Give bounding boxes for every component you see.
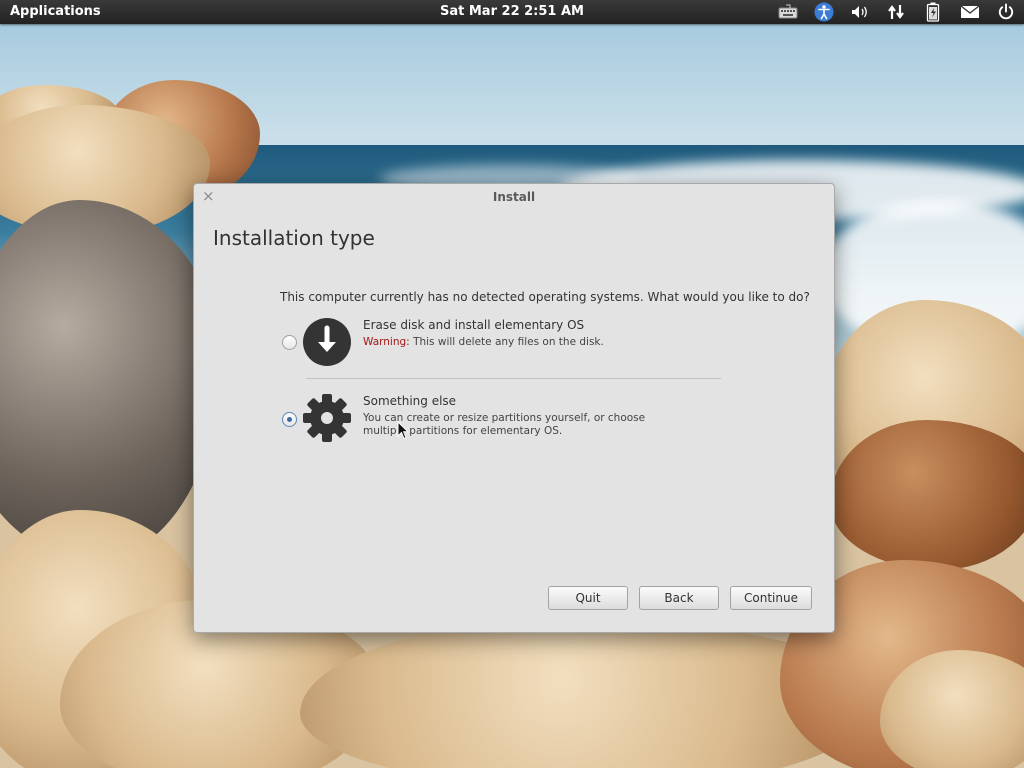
mail-icon[interactable] [959,2,981,22]
options-separator [306,378,721,379]
something-else-radio[interactable] [282,412,297,427]
something-else-title: Something else [363,394,457,408]
warning-label: Warning: [363,336,410,348]
quit-button[interactable]: Quit [548,586,628,610]
erase-disk-radio[interactable] [282,335,297,350]
window-title: Install [492,190,536,204]
mouse-cursor [397,421,409,440]
back-button[interactable]: Back [639,586,719,610]
top-panel: Applications Sat Mar 22 2:51 AM [0,0,1024,24]
volume-icon[interactable] [849,2,871,22]
gear-icon [303,394,351,442]
page-title: Installation type [213,226,375,250]
install-dialog: × Install Installation type This compute… [193,183,835,633]
option-erase-disk[interactable]: Erase disk and install elementary OS War… [282,317,742,371]
erase-disk-warning-text: This will delete any files on the disk. [413,336,604,348]
erase-disk-title: Erase disk and install elementary OS [363,318,585,332]
continue-button[interactable]: Continue [730,586,812,610]
download-arrow-icon [303,318,351,366]
keyboard-icon[interactable] [777,2,799,22]
network-icon[interactable] [885,2,907,22]
erase-disk-description: Warning: This will delete any files on t… [363,336,663,349]
battery-icon[interactable] [922,2,944,22]
option-something-else[interactable]: Something else You can create or resize … [282,393,742,447]
question-text: This computer currently has no detected … [280,290,810,304]
accessibility-icon[interactable] [813,2,835,22]
clock[interactable]: Sat Mar 22 2:51 AM [440,4,584,19]
applications-menu-button[interactable]: Applications [10,4,101,19]
power-icon[interactable] [995,2,1017,22]
window-titlebar[interactable]: × Install [194,184,834,210]
